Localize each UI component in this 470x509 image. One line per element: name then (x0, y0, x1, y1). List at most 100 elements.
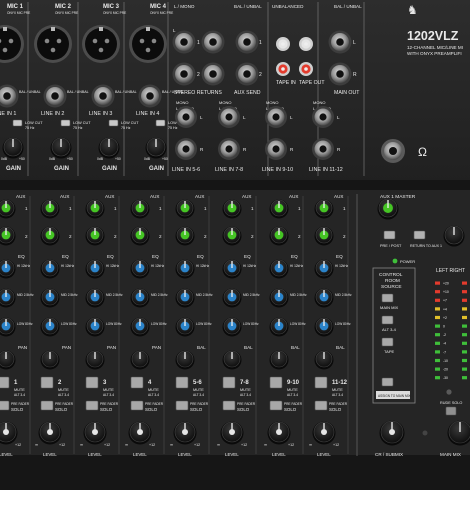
mic-label: MIC 4 (150, 4, 167, 10)
bal-label: BAL (244, 345, 253, 350)
level-indicator-dot (422, 430, 428, 436)
tape-in-label: TAPE IN (276, 80, 296, 86)
eq-band-label: MID 2.5kHz (151, 293, 168, 297)
eq-band-label: HI 12kHz (243, 264, 257, 268)
line-in-label: LINE IN 1 (0, 111, 16, 117)
mute-sub-label: ALT 3-4 (287, 393, 298, 397)
meter-led-right (462, 281, 467, 285)
meter-led-left (435, 358, 440, 363)
solo-button (222, 400, 236, 411)
power-label: POWER (400, 259, 415, 264)
eq-label: EQ (244, 254, 251, 259)
main-out-left-jack (328, 30, 352, 54)
meter-mark: -2 (443, 333, 446, 337)
mute-sub-label: ALT 3-4 (14, 393, 25, 397)
cr-submix-label: CR / SUBMIX (375, 452, 403, 457)
low-cut-freq: 75 Hz (25, 126, 35, 130)
eq-band-label: LOW 80Hz (61, 322, 77, 326)
gain-scale-min: 0dB (97, 157, 104, 161)
aux-num-1: 1 (114, 206, 117, 211)
aux1-knob (85, 199, 105, 219)
level-scale-max: +12 (241, 443, 247, 447)
power-led (392, 258, 398, 264)
level-label: LEVEL (0, 452, 13, 457)
pan-knob (130, 350, 150, 370)
eq-knob (175, 317, 195, 337)
meter-led-left (435, 333, 440, 337)
low-cut-button (108, 119, 119, 127)
stereo-left-jack (312, 106, 334, 128)
xlr-jack (82, 25, 120, 63)
pre-fader-label: PRE FADER (145, 402, 164, 406)
eq-knob (314, 259, 334, 279)
aux-master-knob-2 (443, 225, 465, 247)
mute-sub-label: ALT 3-4 (103, 393, 114, 397)
gain-scale-min: 0dB (1, 157, 8, 161)
mic-label: MIC 1 (7, 4, 24, 10)
solo-button (130, 400, 144, 411)
mute-label: MUTE (148, 388, 159, 392)
aux1-knob (40, 199, 60, 219)
pan-label: PAN (152, 345, 161, 350)
gain-label: GAIN (54, 166, 69, 172)
aux-num-1: 1 (69, 206, 72, 211)
eq-knob (222, 317, 242, 337)
mute-label: MUTE (287, 388, 298, 392)
tape-source-button (381, 337, 394, 347)
tape-out-label: TAPE OUT (299, 80, 325, 86)
gain-scale-max: +50 (19, 157, 25, 161)
eq-band-label: MID 2.5kHz (243, 293, 260, 297)
aux-num-2: 2 (159, 234, 162, 239)
eq-band-label: MID 2.5kHz (335, 293, 352, 297)
model-subtitle-2: WITH ONYX PREAMPLIFI (407, 51, 462, 56)
eq-label: EQ (152, 254, 159, 259)
stereo-left-jack (175, 106, 197, 128)
assign-label: ASSIGN TO MAIN MIX (378, 394, 412, 398)
eq-band-label: HI 12kHz (106, 264, 120, 268)
eq-band-label: MID 2.5kHz (17, 293, 34, 297)
pre-fader-label: PRE FADER (11, 402, 30, 406)
aux2-knob (40, 226, 60, 246)
meter-led-right (462, 358, 467, 363)
model-subtitle-1: 12-CHANNEL MIC/LINE MI (407, 45, 463, 50)
bal-unbal-label: BAL / UNBAL (19, 90, 41, 94)
gain-knob (98, 137, 120, 159)
headphones-icon: Ω (418, 145, 427, 159)
eq-label: EQ (336, 254, 343, 259)
mute-button (130, 376, 144, 389)
aux1-knob (222, 199, 242, 219)
meter-mark: -4 (443, 342, 446, 346)
eq-knob (222, 259, 242, 279)
level-scale-min: ∞ (170, 442, 173, 447)
mono-label: MONO (219, 100, 231, 105)
aux-num-2: 2 (204, 234, 207, 239)
low-cut-label: LOW CUT (25, 121, 43, 125)
level-scale-max: +12 (288, 443, 294, 447)
aux1-master-knob (377, 198, 399, 220)
bal-label: BAL (336, 345, 345, 350)
aux2-knob (85, 226, 105, 246)
eq-knob (40, 259, 60, 279)
low-cut-label: LOW CUT (121, 121, 139, 125)
pan-knob (222, 350, 242, 370)
eq-knob (222, 288, 242, 308)
main-mix-source-label: MAIN MIX (380, 305, 399, 310)
model-name: 1202VLZ (407, 29, 459, 43)
meter-led-left (435, 290, 440, 294)
pan-knob (40, 350, 60, 370)
mono-label: MONO (313, 100, 325, 105)
eq-band-label: HI 12kHz (61, 264, 75, 268)
aux1-knob (314, 199, 334, 219)
aux-num-1: 1 (159, 206, 162, 211)
mute-label: MUTE (103, 388, 114, 392)
aux2-knob (314, 226, 334, 246)
eq-band-label: HI 12kHz (290, 264, 304, 268)
gain-scale-min: 0dB (144, 157, 151, 161)
meter-led-left (435, 367, 440, 371)
meter-led-left (435, 376, 440, 380)
level-scale-max: +12 (194, 443, 200, 447)
meter-mark: +2 (443, 316, 447, 320)
return-jack (201, 30, 225, 54)
stereo-l: L (337, 115, 340, 120)
mute-sub-label: ALT 3-4 (240, 393, 251, 397)
